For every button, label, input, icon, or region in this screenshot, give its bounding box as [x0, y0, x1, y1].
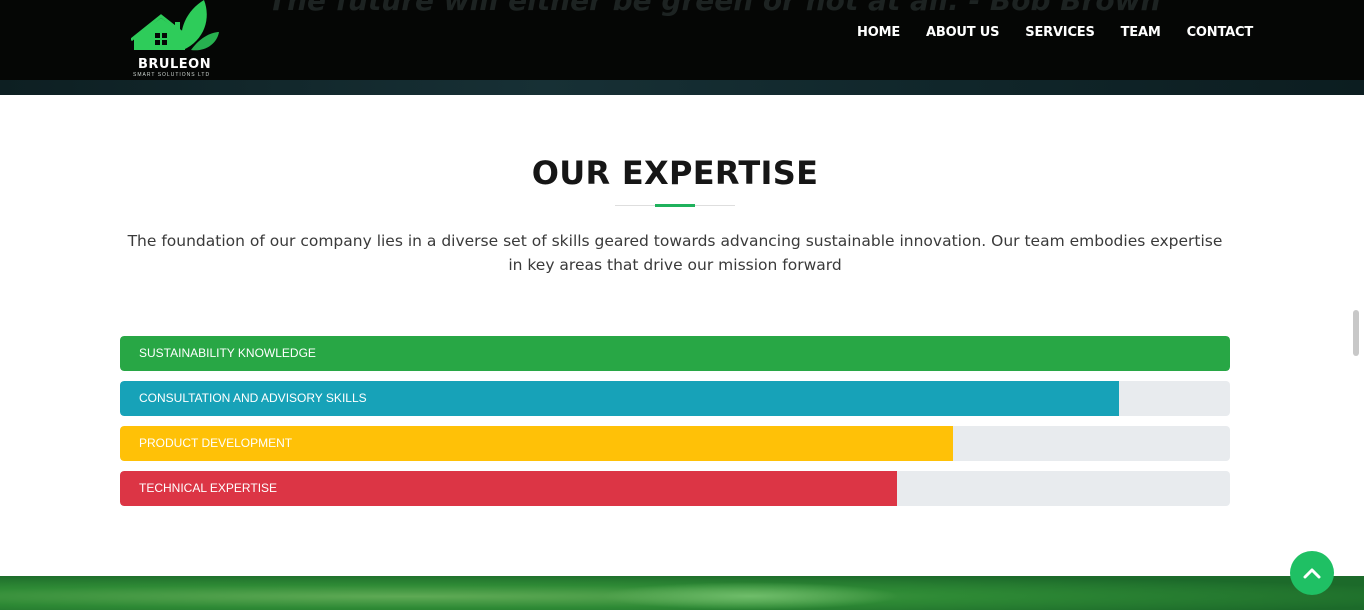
skill-bar-label: TECHNICAL EXPERTISE	[139, 481, 278, 495]
hero-image-strip	[0, 80, 1364, 95]
logo-name: BRULEON	[138, 57, 212, 72]
page-scrollbar-thumb[interactable]	[1353, 310, 1359, 356]
section-title: OUR EXPERTISE	[531, 154, 819, 192]
main-nav: HOME ABOUT US SERVICES TEAM CONTACT	[844, 25, 1266, 41]
skill-bar: CONSULTATION AND ADVISORY SKILLS	[120, 381, 1230, 416]
section-intro: The foundation of our company lies in a …	[127, 232, 1223, 274]
chevron-up-icon	[1303, 568, 1321, 579]
skill-bar: TECHNICAL EXPERTISE	[120, 471, 1230, 506]
nav-contact[interactable]: CONTACT	[1174, 25, 1266, 41]
hero-quote: The future will either be green or not a…	[268, 0, 1161, 17]
page: The future will either be green or not a…	[0, 0, 1364, 610]
skill-bars: SUSTAINABILITY KNOWLEDGE CONSULTATION AN…	[120, 336, 1230, 516]
skill-bar-label: CONSULTATION AND ADVISORY SKILLS	[139, 391, 367, 405]
title-accent-line	[655, 204, 695, 207]
nav-team[interactable]: TEAM	[1108, 25, 1174, 41]
skill-bar: PRODUCT DEVELOPMENT	[120, 426, 1230, 461]
next-section-image	[0, 576, 1364, 610]
skill-bar: SUSTAINABILITY KNOWLEDGE	[120, 336, 1230, 371]
scroll-to-top-button[interactable]	[1290, 551, 1334, 595]
nav-home[interactable]: HOME	[844, 25, 913, 41]
nav-services[interactable]: SERVICES	[1012, 25, 1107, 41]
site-header: The future will either be green or not a…	[0, 0, 1364, 95]
house-leaf-logo-icon	[131, 0, 219, 51]
nav-about-us[interactable]: ABOUT US	[913, 25, 1012, 41]
skill-bar-label: PRODUCT DEVELOPMENT	[139, 436, 293, 450]
logo-subtitle: SMART SOLUTIONS LTD	[133, 72, 211, 78]
skill-bar-label: SUSTAINABILITY KNOWLEDGE	[139, 346, 316, 360]
logo[interactable]: BRULEON SMART SOLUTIONS LTD	[131, 0, 223, 80]
